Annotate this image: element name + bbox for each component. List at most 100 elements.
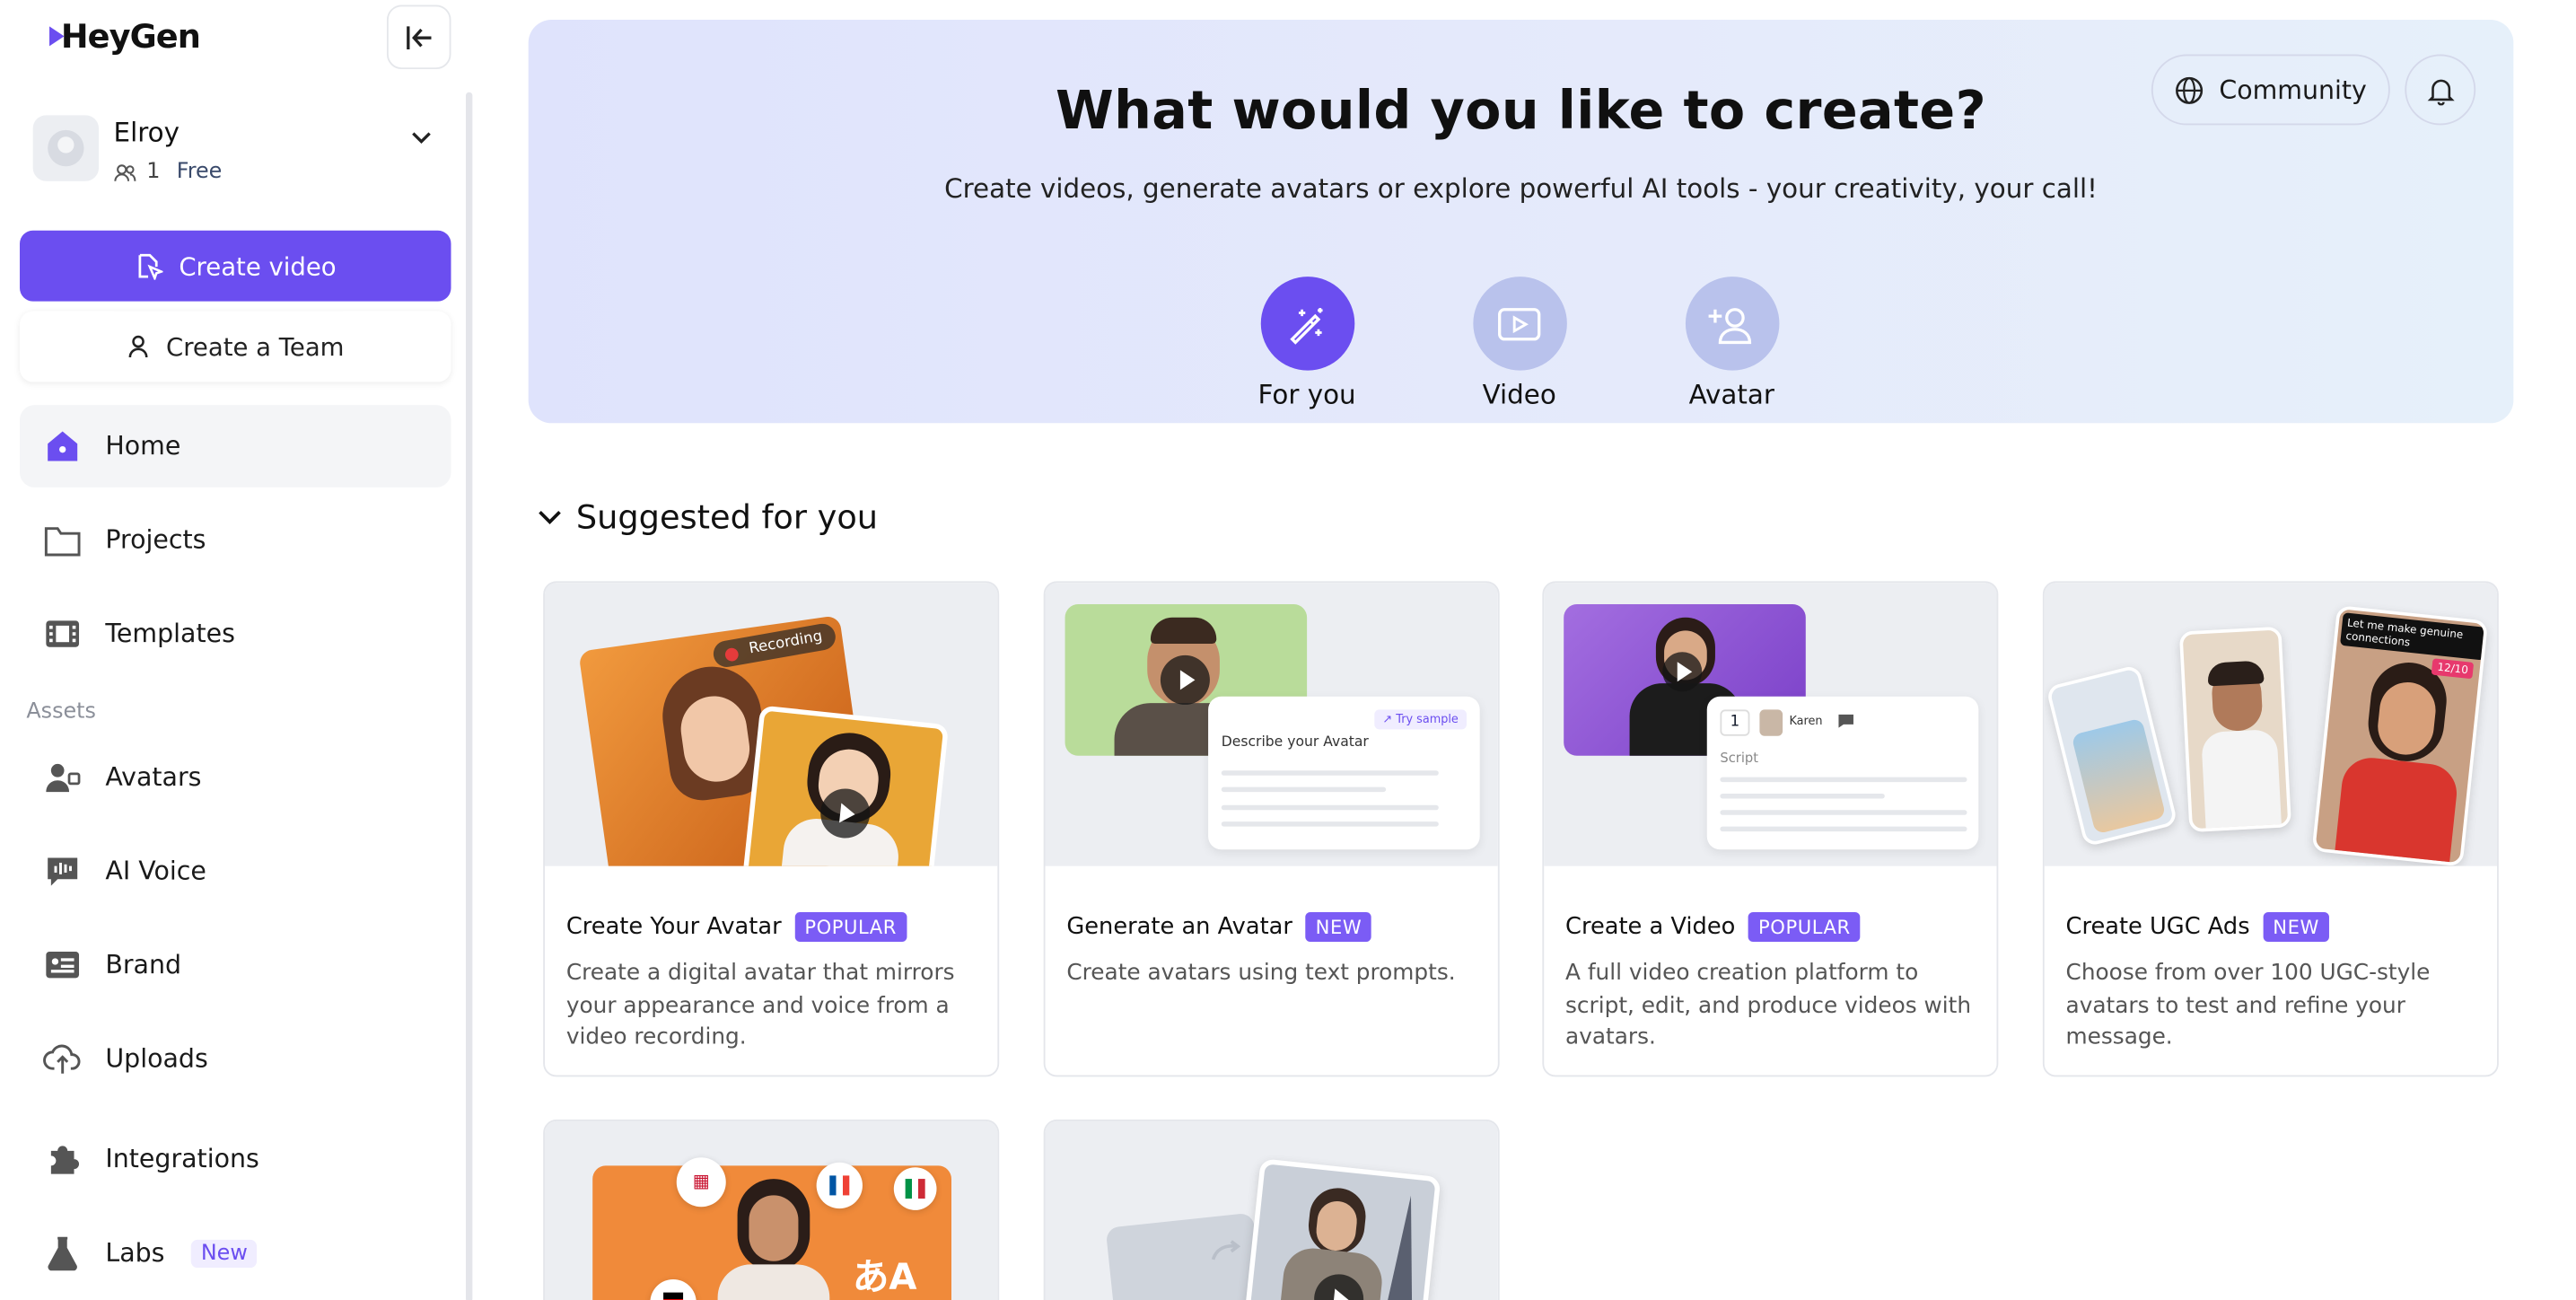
suggested-section-toggle[interactable]: Suggested for you bbox=[537, 497, 878, 537]
france-flag-icon bbox=[816, 1162, 863, 1209]
person-icon bbox=[128, 335, 148, 358]
card-thumbnail: Let me make genuine connections 12/10 bbox=[2044, 583, 2498, 866]
speaker-name: Karen bbox=[1789, 714, 1823, 728]
prompt-panel: Describe your Avatar ↗ Try sample bbox=[1208, 696, 1480, 850]
sidebar-item-label: Uploads bbox=[105, 1043, 208, 1074]
card-description: Create a digital avatar that mirrors you… bbox=[565, 960, 955, 1051]
sidebar-item-label: Templates bbox=[105, 619, 235, 649]
folder-icon bbox=[43, 521, 83, 560]
avatar bbox=[32, 115, 100, 181]
ugc-phone-1 bbox=[2046, 663, 2178, 848]
tab-video[interactable]: Video bbox=[1429, 277, 1610, 410]
tab-label: For you bbox=[1257, 378, 1356, 410]
sidebar-item-ai-voice[interactable]: AI Voice bbox=[20, 830, 451, 912]
community-label: Community bbox=[2219, 75, 2367, 105]
card-title: Create UGC Ads NEW bbox=[2065, 911, 2329, 942]
assets-section-label: Assets bbox=[26, 699, 96, 725]
tab-for-you[interactable]: For you bbox=[1216, 277, 1398, 410]
collapse-sidebar-button[interactable] bbox=[386, 4, 451, 70]
create-hero: What would you like to create? Create vi… bbox=[528, 20, 2514, 424]
card-title: Create Your Avatar POPULAR bbox=[565, 911, 907, 942]
tab-label: Video bbox=[1482, 378, 1556, 410]
prompt-label: Describe your Avatar bbox=[1221, 733, 1369, 751]
card-translate-video[interactable]: あA ▦ bbox=[543, 1120, 1000, 1300]
card-description: Choose from over 100 UGC-style avatars t… bbox=[2065, 960, 2431, 1051]
card-create-a-video[interactable]: 1 Karen Script Create a Video POPULAR A f… bbox=[1542, 581, 1999, 1077]
video-play-icon bbox=[1472, 277, 1566, 371]
sidebar-item-label: AI Voice bbox=[105, 856, 206, 886]
section-heading: Suggested for you bbox=[575, 496, 879, 537]
bell-icon bbox=[2426, 78, 2454, 105]
card-title-text: Create UGC Ads bbox=[2065, 913, 2250, 941]
create-video-label: Create video bbox=[179, 250, 337, 281]
eiffel-tower-icon bbox=[1385, 1194, 1424, 1300]
card-thumbnail: 1 Karen Script bbox=[1544, 583, 1997, 866]
card-title-text: Generate an Avatar bbox=[1066, 913, 1292, 941]
card-create-your-avatar[interactable]: Recording Create Your Avatar POPULAR Crea… bbox=[543, 581, 1000, 1077]
try-sample-chip: ↗ Try sample bbox=[1374, 709, 1468, 730]
card-create-ugc-ads[interactable]: Let me make genuine connections 12/10 Cr… bbox=[2042, 581, 2499, 1077]
create-video-button[interactable]: Create video bbox=[20, 230, 451, 302]
new-badge: NEW bbox=[2263, 911, 2329, 942]
new-badge: New bbox=[190, 1239, 258, 1268]
eiffel-photo bbox=[1241, 1158, 1441, 1300]
sidebar-item-brand[interactable]: Brand bbox=[20, 924, 451, 1006]
upload-cloud-icon bbox=[43, 1039, 83, 1078]
tab-avatar[interactable]: Avatar bbox=[1641, 277, 1822, 410]
workspace-switcher[interactable]: Elroy 1 Free bbox=[32, 115, 453, 190]
sidebar-scrollbar[interactable] bbox=[465, 92, 473, 1300]
card-title-text: Create Your Avatar bbox=[565, 913, 782, 941]
chevron-down-icon bbox=[539, 511, 561, 524]
sidebar: HeyGen Elroy 1 Free Create video Create … bbox=[0, 0, 473, 1300]
magic-wand-icon bbox=[1259, 277, 1354, 371]
play-icon bbox=[1160, 654, 1210, 705]
card-thumbnail bbox=[1045, 1120, 1498, 1300]
language-glyph-icon: あA bbox=[852, 1258, 917, 1299]
ugc-caption: Let me make genuine connections bbox=[2340, 612, 2488, 661]
sidebar-item-integrations[interactable]: Integrations bbox=[20, 1118, 451, 1200]
notifications-button[interactable] bbox=[2405, 54, 2476, 126]
page-subtitle: Create videos, generate avatars or explo… bbox=[944, 172, 2098, 205]
card-thumbnail: Describe your Avatar ↗ Try sample bbox=[1045, 583, 1498, 866]
try-sample-label: Try sample bbox=[1396, 713, 1459, 726]
collapse-left-icon bbox=[406, 25, 431, 49]
script-label: Script bbox=[1720, 751, 1758, 766]
sidebar-item-uploads[interactable]: Uploads bbox=[20, 1017, 451, 1100]
member-count: 1 bbox=[146, 159, 161, 185]
arrow-icon bbox=[1211, 1240, 1241, 1260]
card-title: Create a Video POPULAR bbox=[1565, 911, 1861, 942]
user-name: Elroy bbox=[113, 117, 180, 149]
puzzle-icon bbox=[43, 1139, 83, 1179]
ugc-phone-2 bbox=[2178, 626, 2292, 833]
ugc-phone-3: Let me make genuine connections 12/10 bbox=[2311, 605, 2489, 866]
sidebar-item-home[interactable]: Home bbox=[20, 405, 451, 488]
mini-avatar bbox=[1759, 709, 1783, 736]
sidebar-item-label: Avatars bbox=[105, 762, 202, 793]
card-thumbnail: Recording bbox=[545, 583, 998, 866]
sidebar-item-label: Projects bbox=[105, 525, 206, 556]
italy-flag-icon bbox=[893, 1167, 937, 1210]
card-generate-an-avatar[interactable]: Describe your Avatar ↗ Try sample Genera… bbox=[1043, 581, 1500, 1077]
logo-play-icon bbox=[49, 26, 65, 47]
chat-icon bbox=[1838, 714, 1853, 728]
sidebar-item-label: Brand bbox=[105, 950, 182, 980]
secondary-photo bbox=[741, 705, 950, 866]
tab-label: Avatar bbox=[1688, 378, 1774, 410]
popular-badge: POPULAR bbox=[1748, 911, 1861, 942]
scene-number: 1 bbox=[1720, 709, 1750, 736]
film-icon bbox=[43, 614, 83, 654]
avatar-icon bbox=[43, 758, 83, 797]
sidebar-item-avatars[interactable]: Avatars bbox=[20, 736, 451, 819]
video-cursor-icon bbox=[137, 253, 163, 280]
sidebar-item-templates[interactable]: Templates bbox=[20, 593, 451, 675]
create-team-button[interactable]: Create a Team bbox=[20, 311, 451, 382]
popular-badge: POPULAR bbox=[794, 911, 907, 942]
members-icon bbox=[114, 163, 136, 180]
voice-icon bbox=[43, 851, 83, 891]
heygen-logo[interactable]: HeyGen bbox=[49, 16, 201, 56]
sidebar-item-projects[interactable]: Projects bbox=[20, 499, 451, 582]
card-thumbnail: あA ▦ bbox=[545, 1120, 998, 1300]
card-photo-avatar[interactable] bbox=[1043, 1120, 1500, 1300]
community-button[interactable]: Community bbox=[2151, 54, 2390, 126]
sidebar-item-labs[interactable]: Labs New bbox=[20, 1212, 451, 1295]
